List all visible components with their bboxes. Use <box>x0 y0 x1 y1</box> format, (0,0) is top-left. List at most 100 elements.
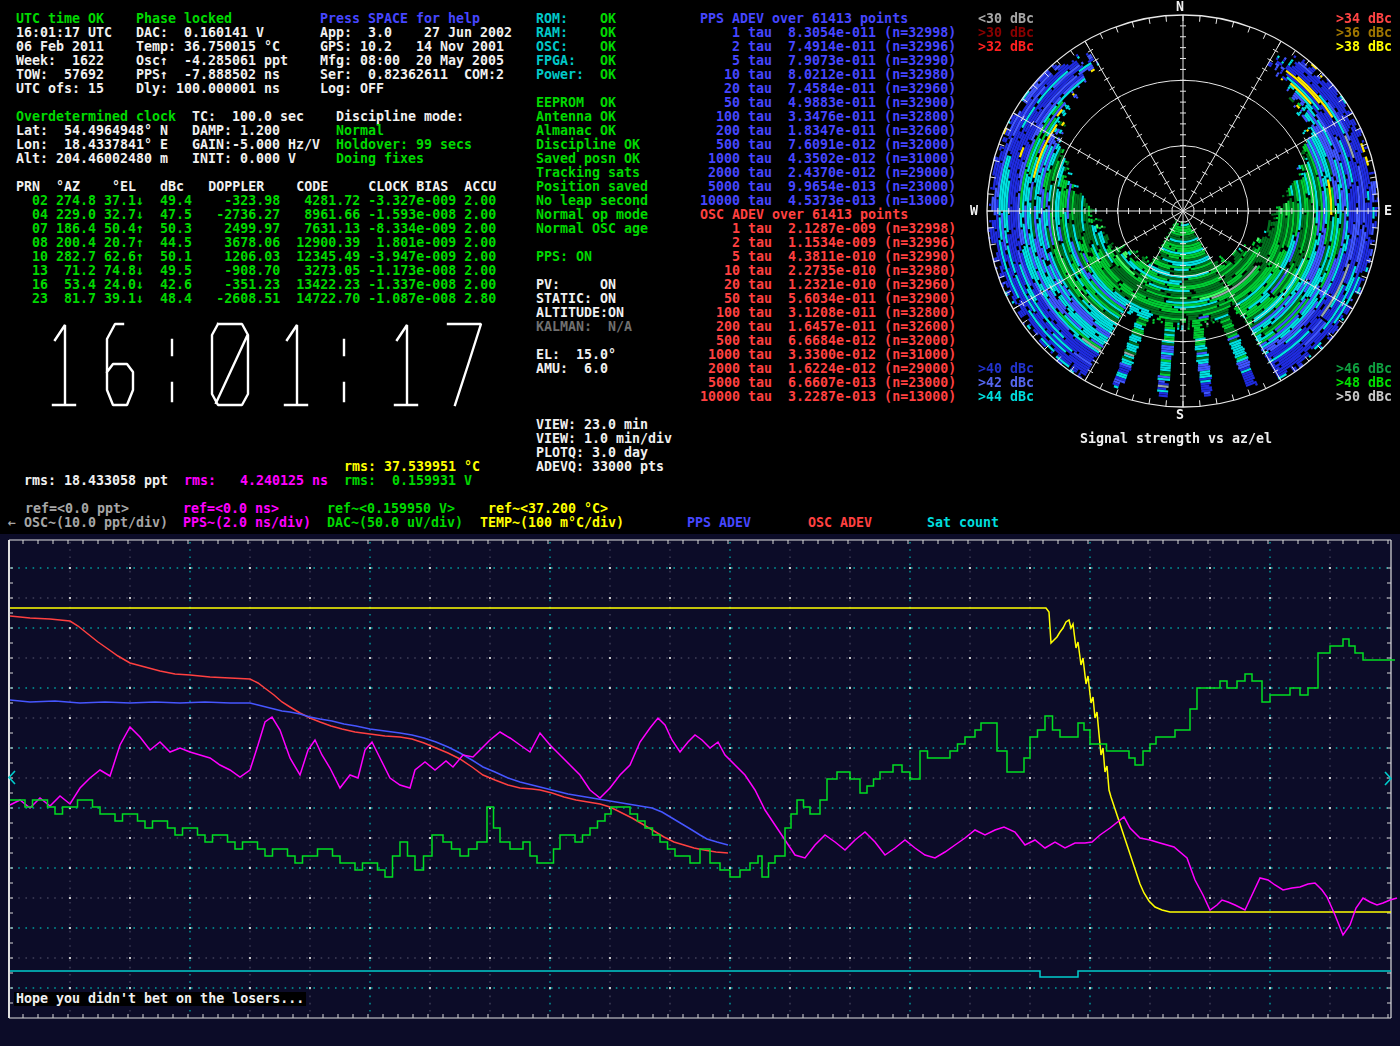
pps-adev-row-4: 20 tau 7.4584e-011 (n=32960) <box>700 82 956 96</box>
legend-gt30: >30 dBc <box>978 26 1034 40</box>
selftest-block-1: RAM: OK <box>536 26 616 40</box>
mask-block-1: AMU: 6.0 <box>536 362 608 376</box>
series-dac-0: DAC~(50.0 uV/div) <box>327 516 463 530</box>
health-block-6: Position saved <box>536 180 648 194</box>
osc-adev-row-1: 2 tau 1.1534e-009 (n=32996) <box>700 236 956 250</box>
legend-gt34: >34 dBc <box>1336 12 1392 26</box>
polar-w-0: W <box>970 204 978 218</box>
time-block-4: TOW: 57692 <box>16 68 104 82</box>
sat-row-2: 07 186.4 50.4↑ 50.3 2499.97 7631.13 -8.3… <box>16 222 496 236</box>
recv-flags-3: KALMAN: N/A <box>536 320 632 334</box>
loop-block-0: TC: 100.0 sec <box>192 110 304 124</box>
osc-block-3: Osc↑ -4.285061 ppt <box>136 54 288 68</box>
pps-adev-row-5: 50 tau 4.9883e-011 (n=32900) <box>700 96 956 110</box>
time-block-3: Week: 1622 <box>16 54 104 68</box>
sat-row-4: 10 282.7 62.6↑ 50.1 1206.03 12345.49 -3.… <box>16 250 496 264</box>
osc-block-2: Temp: 36.750015 °C <box>136 40 280 54</box>
loop-block-1: DAMP: 1.200 <box>192 124 280 138</box>
series-satcount-0: Sat count <box>927 516 999 530</box>
clock-status-block-3: Alt: 204.46002480 m <box>16 152 168 166</box>
time-block-1: 16:01:17 UTC <box>16 26 112 40</box>
selftest-block-4: Power: OK <box>536 68 616 82</box>
legend-gt46: >46 dBc <box>1336 362 1392 376</box>
osc-adev-row-11: 5000 tau 6.6607e-013 (n=23000) <box>700 376 956 390</box>
selftest-block-3: FPGA: OK <box>536 54 616 68</box>
osc-block-1: DAC: 0.160141 V <box>136 26 264 40</box>
osc-block-4: PPS↑ -7.888502 ns <box>136 68 280 82</box>
discipline-block-3: Doing fixes <box>336 152 424 166</box>
sat-row-3: 08 200.4 20.7↑ 44.5 3678.06 12900.39 1.8… <box>16 236 496 250</box>
view-block-1: VIEW: 1.0 min/div <box>536 432 672 446</box>
osc-adev-row-3: 10 tau 2.2735e-010 (n=32980) <box>700 264 956 278</box>
version-block-4: Ser: 0.82362611 COM:2 <box>320 68 504 82</box>
recv-flags-0: PV: ON <box>536 278 616 292</box>
legend-gt50: >50 dBc <box>1336 390 1392 404</box>
pps-adev-row-10: 2000 tau 2.4370e-012 (n=29000) <box>700 166 956 180</box>
polar-grid <box>973 1 1393 421</box>
clock-status-block-0: Overdetermined clock <box>16 110 176 124</box>
selftest-block-2: OSC: OK <box>536 40 616 54</box>
big-clock <box>0 322 500 412</box>
loop-block-2: GAIN:-5.000 Hz/V <box>192 138 320 152</box>
recv-flags-2: ALTITUDE:ON <box>536 306 624 320</box>
ref-temp-0: ref~<37.200 °C> <box>488 502 608 516</box>
pps-adev-row-9: 1000 tau 4.3502e-012 (n=31000) <box>700 152 956 166</box>
discipline-block-0: Discipline mode: <box>336 110 464 124</box>
pps-adev-row-11: 5000 tau 9.9654e-013 (n=23000) <box>700 180 956 194</box>
version-block-3: Mfg: 08:00 20 May 2005 <box>320 54 504 68</box>
view-block-2: PLOTQ: 3.0 day <box>536 446 648 460</box>
pps-adev-row-7: 200 tau 1.8347e-011 (n=32600) <box>700 124 956 138</box>
health-block-5: Tracking sats <box>536 166 640 180</box>
rms-temp-0: rms: 37.539951 °C <box>344 460 480 474</box>
osc-adev-row-0: 1 tau 2.1287e-009 (n=32998) <box>700 222 956 236</box>
osc-adev-row-9: 1000 tau 3.3300e-012 (n=31000) <box>700 348 956 362</box>
osc-block-5: Dly: 100.000001 ns <box>136 82 280 96</box>
health-block-1: Antenna OK <box>536 110 616 124</box>
sat-row-5: 13 71.2 74.8↓ 49.5 -908.70 3273.05 -1.17… <box>16 264 496 278</box>
polar-caption-0: Signal strength vs az/el <box>1080 432 1272 446</box>
series-pps-0: PPS~(2.0 ns/div) <box>183 516 311 530</box>
health-block-8: Normal op mode <box>536 208 648 222</box>
health-block-2: Almanac OK <box>536 124 616 138</box>
legend-gt38: >38 dBc <box>1336 40 1392 54</box>
ref-osc-0: ref=<0.0 ppt> <box>25 502 129 516</box>
view-block-0: VIEW: 23.0 min <box>536 418 648 432</box>
clock-status-block-2: Lon: 18.4337841° E <box>16 138 168 152</box>
pps-adev-row-2: 5 tau 7.9073e-011 (n=32990) <box>700 54 956 68</box>
recv-flags-1: STATIC: ON <box>536 292 616 306</box>
ref-pps-0: ref=<0.0 ns> <box>183 502 279 516</box>
health-block-3: Discipline OK <box>536 138 640 152</box>
sat-table-header: PRN °AZ °EL dBc DOPPLER CODE CLOCK BIAS … <box>16 180 496 194</box>
series-ppsadev-0: PPS ADEV <box>687 516 751 530</box>
series-oscadev-0: OSC ADEV <box>808 516 872 530</box>
polar-e-0: E <box>1384 204 1392 218</box>
version-block-5: Log: OFF <box>320 82 384 96</box>
legend-lt30: <30 dBc <box>978 12 1034 26</box>
version-block-0: Press SPACE for help <box>320 12 480 26</box>
pps-adev-row-8: 500 tau 7.6091e-012 (n=32000) <box>700 138 956 152</box>
legend-gt42: >42 dBc <box>978 376 1034 390</box>
osc-adev-row-8: 500 tau 6.6684e-012 (n=32000) <box>700 334 956 348</box>
polar-n-0: N <box>1176 0 1184 14</box>
polar-s-0: S <box>1176 408 1184 422</box>
health-block-9: Normal OSC age <box>536 222 648 236</box>
clock-status-block-1: Lat: 54.4964948° N <box>16 124 168 138</box>
osc-adev-row-6: 100 tau 3.1208e-011 (n=32800) <box>700 306 956 320</box>
series-temp-0: TEMP~(100 m°C/div) <box>480 516 624 530</box>
osc-adev-title: OSC ADEV over 61413 points <box>700 208 908 222</box>
osc-block-0: Phase locked <box>136 12 232 26</box>
osc-adev-row-5: 50 tau 5.6034e-011 (n=32900) <box>700 292 956 306</box>
sat-row-7: 23 81.7 39.1↓ 48.4 -2608.51 14722.70 -1.… <box>16 292 496 306</box>
osc-adev-row-4: 20 tau 1.2321e-010 (n=32960) <box>700 278 956 292</box>
legend-gt40: >40 dBc <box>978 362 1034 376</box>
ref-dac-0: ref~<0.159950 V> <box>327 502 455 516</box>
osc-adev-row-12: 10000 tau 3.2287e-013 (n=13000) <box>700 390 956 404</box>
legend-gt44: >44 dBc <box>978 390 1034 404</box>
rms-dac-0: rms: 0.159931 V <box>344 474 472 488</box>
sat-row-0: 02 274.8 37.1↓ 49.4 -323.98 4281.72 -3.3… <box>16 194 496 208</box>
version-block-2: GPS: 10.2 14 Nov 2001 <box>320 40 504 54</box>
sat-row-6: 16 53.4 24.0↓ 42.6 -351.23 13422.23 -1.3… <box>16 278 496 292</box>
pps-adev-row-3: 10 tau 8.0212e-011 (n=32980) <box>700 68 956 82</box>
discipline-block-1: Normal <box>336 124 384 138</box>
health-block-4: Saved posn OK <box>536 152 640 166</box>
